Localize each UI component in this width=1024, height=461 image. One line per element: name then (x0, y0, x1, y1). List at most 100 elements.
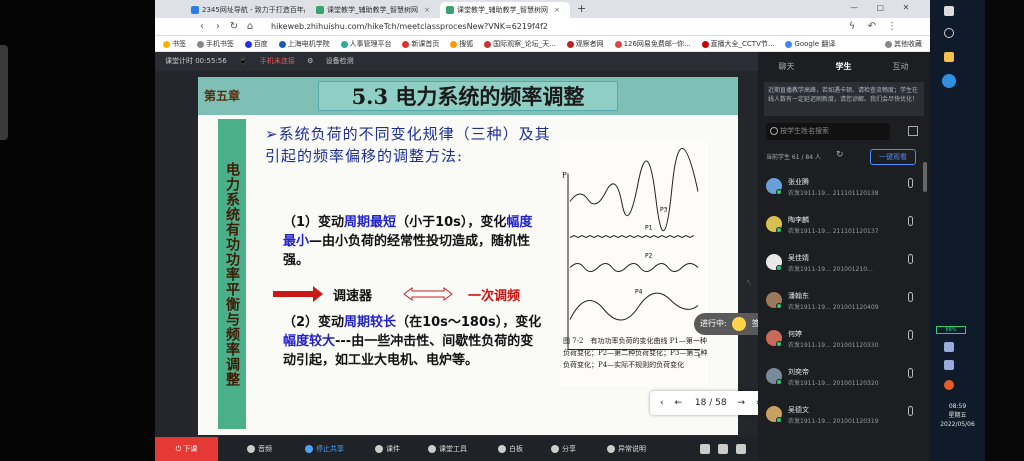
bookmark-item[interactable]: 国际观察_论坛_天... (484, 36, 556, 51)
audio-button[interactable]: 音频 (247, 437, 272, 461)
qr-code-icon[interactable] (908, 126, 918, 136)
bookmark-label: 新课首页 (411, 40, 440, 48)
courseware-button[interactable]: 课件 (375, 437, 400, 461)
bookmark-item[interactable]: 观察者网 (566, 36, 604, 51)
bookmark-item[interactable]: 手机书签 (196, 36, 234, 51)
home-icon[interactable]: ⌂ (243, 20, 257, 34)
back-icon[interactable]: ‹ (195, 20, 209, 34)
window-controls[interactable]: — ▢ ✕ (850, 3, 917, 12)
undo-icon[interactable]: ↶ (865, 20, 879, 34)
bookmark-item[interactable]: 书签 (163, 36, 186, 51)
curve-p4 (569, 292, 699, 321)
feedback-button[interactable]: 异常说明 (607, 437, 646, 461)
bookmarks-bar: 书签 手机书签 百度 上海电机学院 人事管理平台 新课首页 搜狐 国际观察_论坛… (155, 36, 930, 52)
bookmark-item[interactable]: 百度 (244, 36, 268, 51)
url-field[interactable]: hikeweb.zhihuishu.com/hikeTch/meetclassp… (265, 20, 825, 34)
forward-icon[interactable]: › (211, 20, 225, 34)
settings-icon[interactable] (700, 444, 710, 454)
microphone-icon[interactable] (908, 406, 913, 416)
bookmark-label: Google 翻译 (794, 40, 836, 48)
bookmark-item[interactable]: 直播大全_CCTV节... (701, 36, 775, 51)
refresh-icon[interactable]: ↻ (836, 150, 844, 160)
tab-chat[interactable]: 聊天 (758, 52, 815, 82)
cctv-icon (701, 40, 709, 48)
microphone-icon[interactable] (908, 216, 913, 226)
bookmark-label: 人事管理平台 (349, 40, 392, 48)
bookmark-label: 百度 (253, 40, 268, 48)
prev-page-button[interactable]: ‹ (660, 398, 664, 408)
microphone-icon[interactable] (908, 330, 913, 340)
address-bar: ‹ › ↻ ⌂ hikeweb.zhihuishu.com/hikeTch/me… (155, 18, 930, 36)
mobile-connect-status[interactable]: 📱 手机未连接 (239, 57, 295, 65)
end-class-button[interactable]: ⏻ 下课 (155, 437, 218, 461)
student-info: 农发1911-19... 201001210... (788, 266, 873, 273)
tab-2345[interactable]: 2345网址导航 - 致力于打造百年品牌 (185, 2, 305, 18)
tab-interaction[interactable]: 互动 (872, 52, 929, 82)
bookmark-item[interactable]: 上海电机学院 (278, 36, 330, 51)
bookmark-item[interactable]: 新课首页 (402, 36, 440, 51)
p2-middle: （在10s～180s），变化 (396, 315, 542, 330)
student-name: 陶李麟 (788, 216, 809, 224)
bookmark-item[interactable]: 人事管理平台 (340, 36, 392, 51)
courseware-icon (375, 445, 383, 453)
device-check-link[interactable]: ⚙ 设备检测 (307, 57, 354, 65)
app-tray-icon[interactable] (944, 380, 954, 390)
student-row[interactable]: 吴佳婧 农发1911-19... 201001210... (758, 246, 930, 284)
volume-icon[interactable] (944, 360, 954, 370)
figure-p1-label: P1 (645, 225, 653, 232)
double-arrow-icon (403, 287, 453, 301)
extensions-icon[interactable]: ⋮ (885, 20, 899, 34)
forward-button[interactable]: → (737, 398, 745, 408)
microphone-icon[interactable] (908, 368, 913, 378)
student-row[interactable]: 刘奕帝 农发1911-19... 201001120320 (758, 360, 930, 398)
bookmark-item[interactable]: 126网易免费邮--你... (614, 36, 691, 51)
tab-zhihuishu-1[interactable]: 课堂教学_辅助教学_智慧树网 × (310, 2, 430, 18)
student-info: 农发1911-19... 201001120319 (788, 418, 879, 425)
close-tab-icon[interactable]: × (424, 6, 430, 14)
microphone-icon[interactable] (908, 254, 913, 264)
stop-share-button[interactable]: 停止共享 (305, 437, 344, 461)
windows-start-icon[interactable] (944, 6, 954, 16)
search-icon[interactable] (944, 28, 954, 38)
tab-students[interactable]: 学生 (815, 52, 872, 84)
slide-header: 第五章 5.3 电力系统的频率调整 (198, 77, 738, 115)
new-tab-button[interactable]: + (577, 2, 586, 15)
site-favicon-icon (446, 6, 454, 14)
clock-time: 08:59 (948, 403, 967, 410)
online-dot-icon (776, 341, 782, 347)
layout-icon[interactable] (718, 444, 728, 454)
student-info: 农发1911-19... 211101120138 (788, 190, 879, 197)
student-row[interactable]: 潘翰东 农发1911-19... 201001120409 (758, 284, 930, 322)
share-button[interactable]: 分享 (551, 437, 576, 461)
battery-indicator: 88% (936, 326, 966, 334)
student-row[interactable]: 吴德文 农发1911-19... 201001120319 (758, 398, 930, 436)
fullscreen-icon[interactable] (736, 444, 746, 454)
student-row[interactable]: 何婷 农发1911-19... 201001120330 (758, 322, 930, 360)
other-bookmarks[interactable]: 其他收藏 (885, 36, 922, 51)
end-class-label: 下课 (183, 445, 198, 453)
class-tools-button[interactable]: 课堂工具 (428, 437, 467, 461)
bookmark-item[interactable]: Google 翻译 (785, 36, 836, 51)
microphone-icon[interactable] (908, 178, 913, 188)
student-search-input[interactable]: 按学生姓名搜索 (766, 123, 890, 140)
network-icon[interactable] (944, 342, 954, 352)
microphone-icon[interactable] (908, 292, 913, 302)
file-explorer-icon[interactable] (944, 52, 954, 62)
watch-all-button[interactable]: 一键观看 (870, 149, 916, 165)
lightning-icon[interactable]: ϟ (845, 20, 859, 34)
tab-zhihuishu-2[interactable]: 课堂教学_辅助教学_智慧树网 × (440, 2, 570, 18)
browser-taskbar-icon[interactable] (942, 74, 956, 88)
student-name: 吴德文 (788, 406, 809, 414)
bookmark-item[interactable]: 搜狐 (450, 36, 473, 51)
mouse-cursor-icon: ↖ (746, 278, 753, 287)
student-row[interactable]: 张业腾 农发1911-19... 211101120138 (758, 170, 930, 208)
back-button[interactable]: ← (674, 398, 682, 408)
reload-icon[interactable]: ↻ (227, 20, 241, 34)
baidu-icon (244, 40, 252, 48)
whiteboard-button[interactable]: 白板 (498, 437, 523, 461)
student-row[interactable]: 陶李麟 农发1911-19... 211101120137 (758, 208, 930, 246)
folder-icon (196, 40, 204, 48)
close-tab-icon[interactable]: × (554, 6, 560, 14)
mobile-connect-label: 手机未连接 (259, 57, 295, 65)
windows-taskbar: 88% 08:59 星期五 2022/05/06 (930, 0, 985, 461)
